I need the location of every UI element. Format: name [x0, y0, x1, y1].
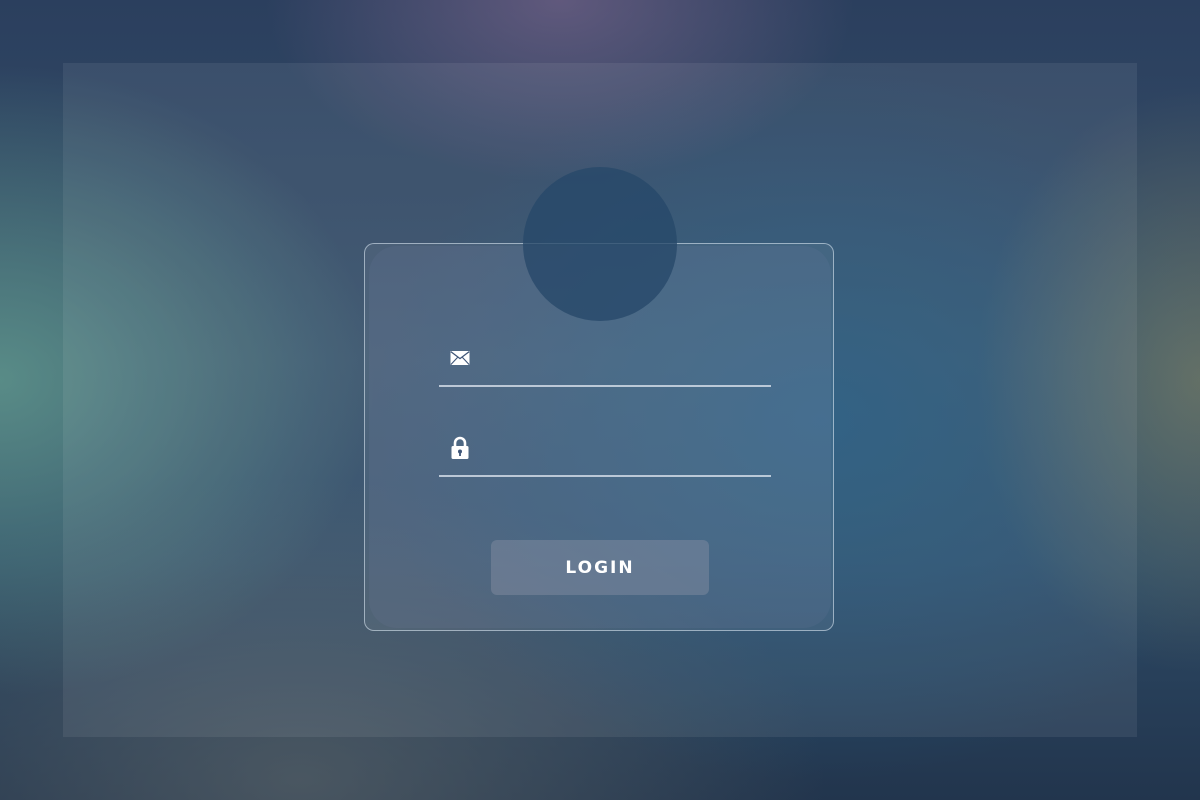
login-button[interactable]: LOGIN: [491, 540, 709, 595]
lock-icon: [449, 436, 471, 459]
email-input[interactable]: [483, 343, 767, 385]
envelope-icon: [449, 347, 471, 369]
password-field: [439, 433, 771, 477]
password-input[interactable]: [483, 433, 767, 475]
email-field: [439, 343, 771, 387]
avatar-circle: [523, 167, 677, 321]
